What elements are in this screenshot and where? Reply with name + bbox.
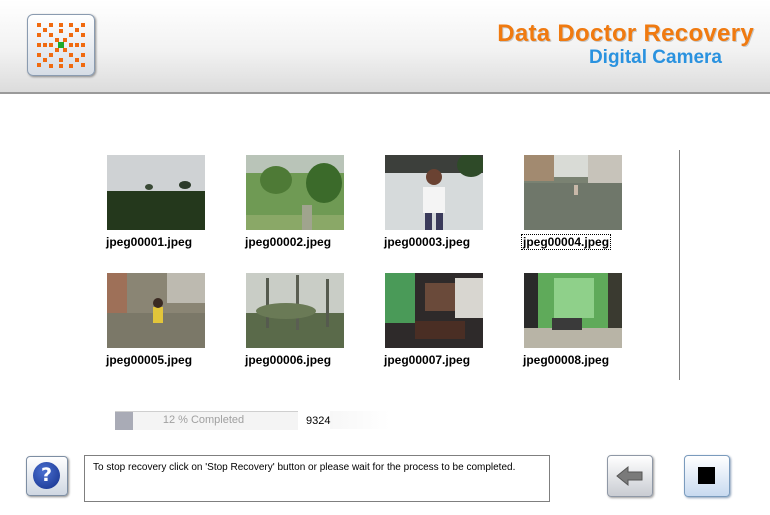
photo-thumbnail[interactable] (385, 273, 483, 348)
files-recovered-count: 9324 (306, 415, 331, 427)
file-name: jpeg00001.jpeg (106, 235, 193, 249)
app-header: Data Doctor Recovery Digital Camera (0, 0, 770, 94)
photo-thumbnail[interactable] (385, 155, 483, 230)
back-arrow-icon (616, 465, 643, 487)
logo-button[interactable] (27, 14, 95, 76)
status-message: To stop recovery click on 'Stop Recovery… (93, 462, 516, 473)
photo-thumbnail[interactable] (246, 155, 344, 230)
file-name: jpeg00007.jpeg (384, 353, 471, 367)
photo-thumbnail[interactable] (524, 273, 622, 348)
progress-label: 12 % Completed (162, 414, 245, 426)
help-button[interactable]: ? (26, 456, 68, 496)
file-name: jpeg00006.jpeg (245, 353, 332, 367)
count-track (330, 411, 390, 429)
photo-thumbnail[interactable] (107, 273, 205, 348)
recovery-logo-icon (37, 23, 85, 68)
file-name: jpeg00003.jpeg (384, 235, 471, 249)
stop-recovery-button[interactable] (684, 455, 730, 497)
file-name: jpeg00008.jpeg (523, 353, 610, 367)
question-mark-icon: ? (33, 462, 60, 489)
photo-thumbnail[interactable] (246, 273, 344, 348)
status-message-box: To stop recovery click on 'Stop Recovery… (84, 455, 550, 502)
photo-thumbnail[interactable] (107, 155, 205, 230)
progress-bar: 12 % Completed (115, 411, 298, 430)
file-name: jpeg00004.jpeg (520, 234, 612, 250)
file-name: jpeg00005.jpeg (106, 353, 193, 367)
recovered-files-gallery[interactable]: jpeg00001.jpeg jpeg00002.jpeg jpeg00003.… (97, 150, 680, 380)
brand-subtitle: Digital Camera (588, 47, 722, 68)
stop-icon (698, 467, 715, 484)
file-name: jpeg00002.jpeg (245, 235, 332, 249)
photo-thumbnail[interactable] (524, 155, 622, 230)
back-button[interactable] (607, 455, 653, 497)
brand-title: Data Doctor Recovery (497, 20, 754, 47)
